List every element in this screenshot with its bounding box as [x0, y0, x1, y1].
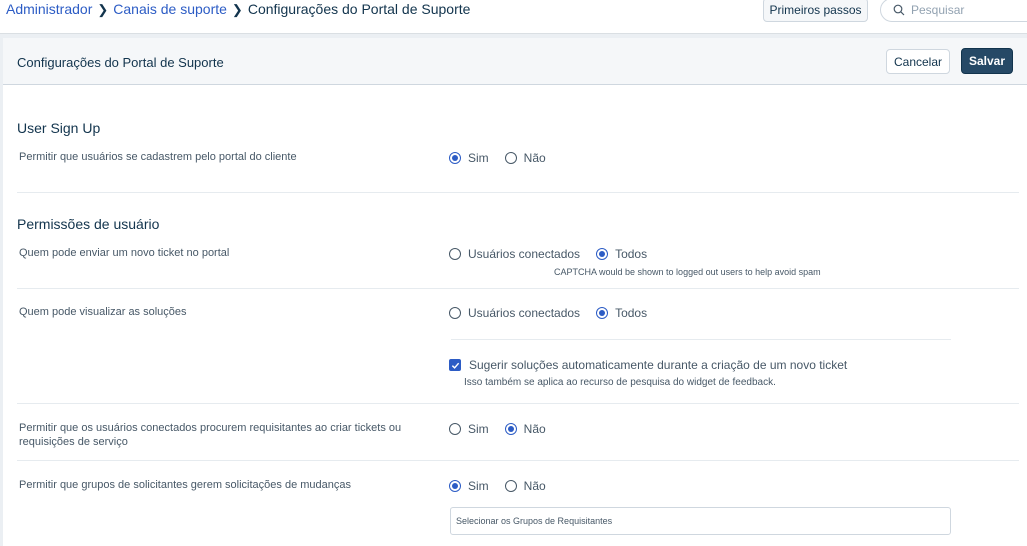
radio-unselected-icon[interactable]: [449, 307, 461, 319]
suggest-solutions-label: Sugerir soluções automaticamente durante…: [469, 358, 848, 372]
option-label: Todos: [615, 306, 648, 320]
search-icon: [893, 4, 905, 16]
radio-selected-icon[interactable]: [596, 248, 609, 260]
radio-unselected-icon[interactable]: [449, 248, 461, 260]
section-title-signup: User Sign Up: [17, 120, 101, 136]
suggest-solutions-hint: Isso também se aplica ao recurso de pesq…: [464, 377, 776, 388]
checkbox-checked-icon[interactable]: [449, 359, 461, 371]
breadcrumb: Administrador ❯ Canais de suporte ❯ Configur…: [6, 1, 470, 18]
search-requesters-radio-group: Sim Não: [449, 422, 562, 436]
suggest-solutions-option[interactable]: Sugerir soluções automaticamente durante…: [449, 358, 847, 372]
view-solutions-everyone-option[interactable]: Todos: [596, 306, 647, 320]
radio-selected-icon[interactable]: [504, 423, 517, 435]
requester-groups-yes-option[interactable]: Sim: [449, 479, 489, 493]
allow-signup-yes-option[interactable]: Sim: [449, 151, 489, 165]
settings-panel: Configurações do Portal de Suporte Cance…: [3, 38, 1027, 546]
captcha-hint: CAPTCHA would be shown to logged out use…: [554, 267, 821, 277]
option-label: Sim: [468, 151, 489, 165]
radio-unselected-icon[interactable]: [504, 152, 517, 164]
option-label: Sim: [468, 422, 489, 436]
option-label: Usuários conectados: [468, 306, 581, 320]
requester-groups-label: Permitir que grupos de solicitantes gere…: [19, 479, 351, 491]
panel-header: Configurações do Portal de Suporte Cance…: [3, 38, 1027, 85]
option-label: Não: [523, 422, 546, 436]
search-box[interactable]: [880, 0, 1027, 22]
view-solutions-label: Quem pode visualizar as soluções: [19, 306, 187, 318]
requester-groups-select[interactable]: Selecionar os Grupos de Requisitantes: [450, 507, 951, 535]
search-requesters-yes-option[interactable]: Sim: [449, 422, 489, 436]
requester-groups-radio-group: Sim Não: [449, 479, 562, 493]
breadcrumb-current: Configurações do Portal de Suporte: [247, 1, 471, 17]
breadcrumb-admin-link[interactable]: Administrador: [6, 1, 92, 17]
search-requesters-no-option[interactable]: Não: [504, 422, 546, 436]
submit-ticket-logged-in-option[interactable]: Usuários conectados: [449, 247, 580, 261]
save-button[interactable]: Salvar: [961, 48, 1013, 74]
option-label: Todos: [615, 247, 648, 261]
radio-unselected-icon[interactable]: [449, 423, 461, 435]
suggest-solutions-checkbox-row: Sugerir soluções automaticamente durante…: [449, 358, 863, 372]
option-label: Não: [523, 479, 546, 493]
divider: [17, 192, 1019, 193]
divider: [17, 403, 1019, 404]
radio-selected-icon[interactable]: [596, 307, 609, 319]
submit-ticket-radio-group: Usuários conectados Todos: [449, 247, 663, 261]
chevron-right-icon: ❯: [231, 2, 243, 17]
divider: [17, 460, 1019, 461]
submit-ticket-label: Quem pode enviar um novo ticket no porta…: [19, 247, 230, 259]
allow-signup-radio-group: Sim Não: [449, 151, 562, 165]
option-label: Usuários conectados: [468, 247, 581, 261]
option-label: Sim: [468, 479, 489, 493]
search-input[interactable]: [911, 3, 1027, 17]
divider: [17, 288, 1019, 289]
chevron-right-icon: ❯: [97, 2, 109, 17]
requester-groups-no-option[interactable]: Não: [504, 479, 546, 493]
radio-selected-icon[interactable]: [449, 480, 461, 492]
search-requesters-label: Permitir que os usuários conectados proc…: [19, 422, 402, 448]
option-label: Não: [523, 151, 546, 165]
section-title-permissions: Permissões de usuário: [17, 216, 160, 232]
first-steps-button[interactable]: Primeiros passos: [763, 0, 868, 22]
top-bar: Administrador ❯ Canais de suporte ❯ Configur…: [0, 0, 1027, 34]
page-title: Configurações do Portal de Suporte: [17, 55, 224, 70]
allow-signup-label: Permitir que usuários se cadastrem pelo …: [19, 151, 297, 163]
divider: [451, 339, 951, 340]
radio-unselected-icon[interactable]: [504, 480, 517, 492]
radio-selected-icon[interactable]: [449, 152, 461, 164]
view-solutions-radio-group: Usuários conectados Todos: [449, 306, 663, 320]
submit-ticket-everyone-option[interactable]: Todos: [596, 247, 647, 261]
allow-signup-no-option[interactable]: Não: [504, 151, 546, 165]
breadcrumb-support-channels-link[interactable]: Canais de suporte: [113, 1, 227, 17]
cancel-button[interactable]: Cancelar: [886, 49, 950, 74]
view-solutions-logged-in-option[interactable]: Usuários conectados: [449, 306, 580, 320]
